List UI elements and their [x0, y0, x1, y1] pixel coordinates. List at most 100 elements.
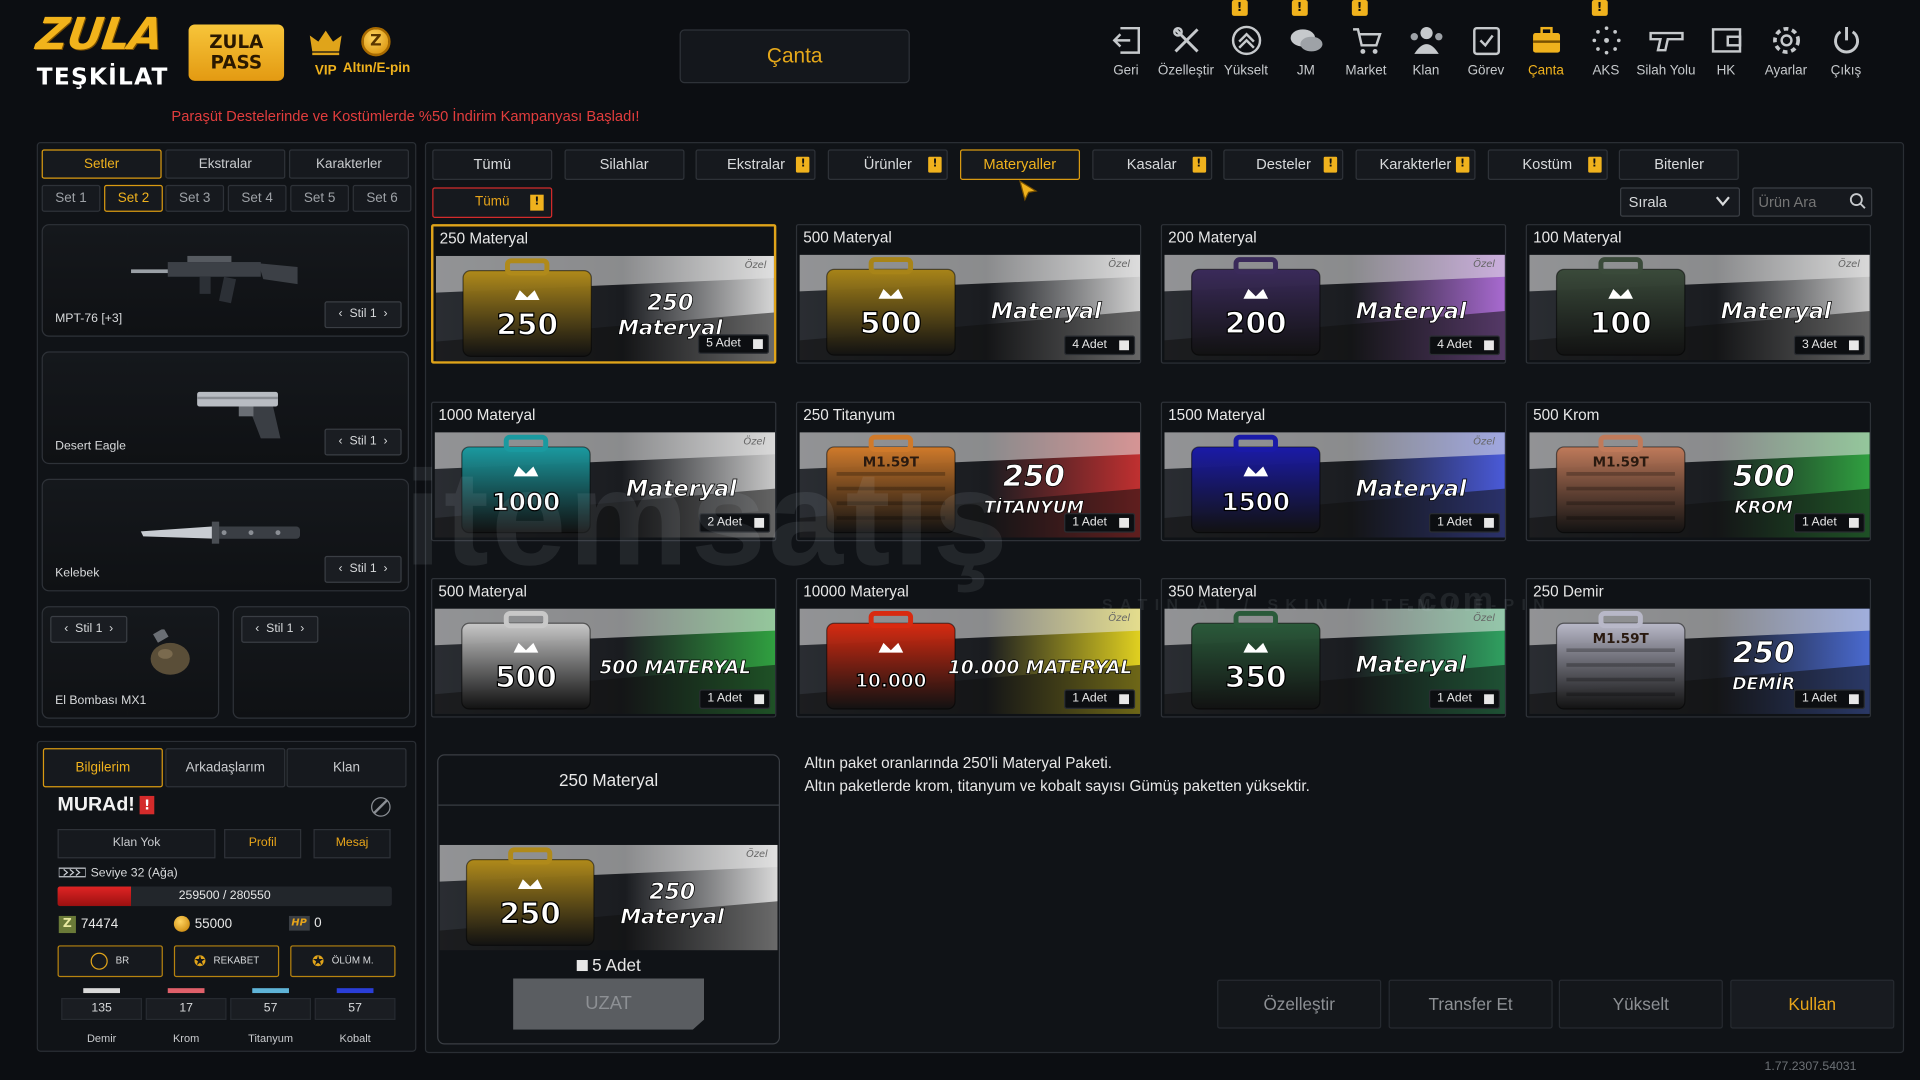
category-tab-1[interactable]: Silahlar — [564, 149, 685, 181]
primary-style-selector[interactable]: ‹ Stil 1 › — [324, 301, 402, 329]
item-title: 200 Materyal — [1168, 228, 1257, 247]
set-1-button[interactable]: Set 1 — [41, 184, 101, 212]
zula-pass-button[interactable]: ZULA PASS — [188, 24, 285, 81]
category-tab-9[interactable]: Bitenler — [1619, 149, 1740, 181]
category-tab-8[interactable]: Kostüm! — [1487, 149, 1608, 181]
set-6-button[interactable]: Set 6 — [352, 184, 412, 212]
nav-tools[interactable]: Özelleştir — [1156, 22, 1216, 78]
vip-button[interactable]: VIP — [304, 27, 348, 78]
item-count: 1 Adet — [698, 689, 771, 709]
item-count: 3 Adet — [1793, 335, 1865, 356]
tab-setler[interactable]: Setler — [41, 149, 162, 179]
nav-upgrade[interactable]: Yükselt! — [1216, 0, 1276, 78]
mode-rekabet-button[interactable]: ✪ REKABET — [173, 945, 280, 978]
clan-none-button[interactable]: Klan Yok — [57, 828, 216, 859]
back-icon — [1096, 22, 1156, 59]
use-button[interactable]: Kullan — [1730, 979, 1895, 1029]
announcement-text: Paraşüt Destelerinde ve Kostümlerde %50 … — [171, 107, 640, 125]
empty-slot[interactable]: ‹ Stil 1 › — [232, 606, 411, 719]
subfilter-all[interactable]: Tümü! — [432, 187, 553, 218]
nav-power[interactable]: Çıkış — [1816, 22, 1876, 78]
item-card[interactable]: 250 Materyal 250 250 Materyal Özel 5 Ade… — [431, 224, 777, 364]
set-2-button[interactable]: Set 2 — [104, 184, 163, 212]
xp-bar: 259500 / 280550 — [57, 886, 392, 907]
melee-weapon-slot[interactable]: Kelebek ‹ Stil 1 › — [41, 478, 409, 592]
melee-weapon-name: Kelebek — [55, 566, 100, 581]
secondary-style-selector[interactable]: ‹ Stil 1 › — [324, 428, 402, 456]
nav-clan[interactable]: Klan — [1396, 22, 1456, 78]
nav-back[interactable]: Geri — [1096, 22, 1156, 78]
search-input[interactable] — [1758, 193, 1852, 211]
item-card[interactable]: 500 Krom M1.59T 500 KROM 1 Adet — [1525, 401, 1872, 541]
material-value: 57 — [230, 997, 312, 1021]
category-tab-4[interactable]: Materyaller — [959, 149, 1080, 181]
mode-olum-button[interactable]: ✪ ÖLÜM M. — [290, 945, 396, 978]
nav-task[interactable]: Görev — [1456, 22, 1516, 78]
nav-label: Klan — [1412, 63, 1440, 79]
transfer-button[interactable]: Transfer Et — [1388, 979, 1553, 1029]
category-tab-0[interactable]: Tümü — [432, 149, 553, 181]
box-icon — [1119, 694, 1129, 705]
svg-text:500: 500 — [860, 306, 922, 340]
tab-karakterler[interactable]: Karakterler — [288, 149, 409, 179]
tab-bilgilerim[interactable]: Bilgilerim — [42, 748, 163, 788]
item-card[interactable]: 100 Materyal 100 Materyal Özel 3 Adet — [1525, 224, 1872, 364]
svg-text:10.000 MATERYAL: 10.000 MATERYAL — [948, 658, 1132, 679]
category-tab-3[interactable]: Ürünler! — [827, 149, 948, 181]
sort-dropdown[interactable]: Sırala — [1620, 187, 1741, 217]
item-card[interactable]: 10000 Materyal 10.000 10.000 MATERYAL Öz… — [795, 577, 1142, 718]
grenade-slot[interactable]: ‹ Stil 1 › El Bombası MX1 — [41, 606, 220, 719]
item-card[interactable]: 200 Materyal 200 Materyal Özel 4 Adet — [1160, 224, 1507, 364]
empty-slot-style-selector[interactable]: ‹ Stil 1 › — [241, 615, 319, 643]
set-4-button[interactable]: Set 4 — [227, 184, 287, 212]
tab-klan[interactable]: Klan — [286, 748, 407, 788]
nav-gear[interactable]: Ayarlar — [1756, 22, 1816, 78]
extend-button[interactable]: UZAT — [513, 978, 705, 1030]
nav-chat[interactable]: JM! — [1276, 0, 1336, 78]
grenade-style-selector[interactable]: ‹ Stil 1 › — [50, 615, 128, 643]
svg-text:Materyal: Materyal — [620, 904, 725, 928]
item-card[interactable]: 1500 Materyal 1500 Materyal Özel 1 Adet — [1160, 401, 1507, 541]
zula-points: Z 74474 — [58, 915, 118, 934]
item-card[interactable]: 1000 Materyal 1000 Materyal Özel 2 Adet — [431, 401, 777, 541]
melee-style-selector[interactable]: ‹ Stil 1 › — [324, 555, 402, 583]
box-icon — [1484, 517, 1494, 528]
material-value: 17 — [145, 997, 227, 1021]
notify-badge: ! — [1291, 0, 1308, 16]
set-5-button[interactable]: Set 5 — [290, 184, 349, 212]
set-3-button[interactable]: Set 3 — [165, 184, 225, 212]
upgrade-button[interactable]: Yükselt — [1558, 979, 1723, 1029]
primary-weapon-slot[interactable]: MPT-76 [+3] ‹ Stil 1 › — [41, 224, 409, 337]
notify-badge: ! — [1587, 156, 1602, 173]
category-tab-6[interactable]: Desteler! — [1223, 149, 1344, 181]
item-card[interactable]: 250 Titanyum M1.59T 250 TİTANYUM 1 Adet — [795, 401, 1142, 541]
category-tab-2[interactable]: Ekstralar! — [695, 149, 816, 181]
customize-button[interactable]: Özelleştir — [1217, 979, 1382, 1029]
item-card[interactable]: 250 Demir M1.59T 250 DEMİR 1 Adet — [1525, 577, 1872, 718]
search-icon[interactable] — [1849, 192, 1866, 209]
nav-aks[interactable]: AKS! — [1576, 0, 1636, 78]
category-tab-5[interactable]: Kasalar! — [1091, 149, 1212, 181]
chat-icon — [1276, 22, 1336, 59]
altin-epin-button[interactable]: Z Altın/E-pin — [343, 26, 410, 76]
message-button[interactable]: Mesaj — [313, 828, 391, 859]
svg-text:500 MATERYAL: 500 MATERYAL — [599, 658, 750, 679]
item-count: 2 Adet — [698, 512, 771, 533]
nav-wallet[interactable]: HK — [1696, 22, 1756, 78]
gold-icon — [173, 915, 190, 932]
profile-button[interactable]: Profil — [224, 828, 302, 859]
secondary-weapon-slot[interactable]: Desert Eagle ‹ Stil 1 › — [41, 351, 409, 465]
category-label: Ürünler — [863, 155, 912, 173]
nav-gun[interactable]: Silah Yolu — [1636, 22, 1696, 78]
category-tab-7[interactable]: Karakterler! — [1355, 149, 1476, 181]
block-icon[interactable] — [371, 797, 391, 817]
nav-cart[interactable]: Market! — [1336, 0, 1396, 78]
item-card[interactable]: 500 Materyal 500 Materyal Özel 4 Adet — [795, 224, 1142, 364]
skull-icon — [91, 952, 109, 970]
item-card[interactable]: 350 Materyal 350 Materyal Özel 1 Adet — [1160, 577, 1507, 718]
item-card[interactable]: 500 Materyal 500 500 MATERYAL 1 Adet — [431, 577, 777, 718]
mode-br-button[interactable]: BR — [57, 945, 163, 978]
tab-ekstralar[interactable]: Ekstralar — [165, 149, 286, 179]
nav-bag[interactable]: Çanta — [1516, 22, 1576, 78]
tab-arkadaslarim[interactable]: Arkadaşlarım — [165, 748, 286, 788]
